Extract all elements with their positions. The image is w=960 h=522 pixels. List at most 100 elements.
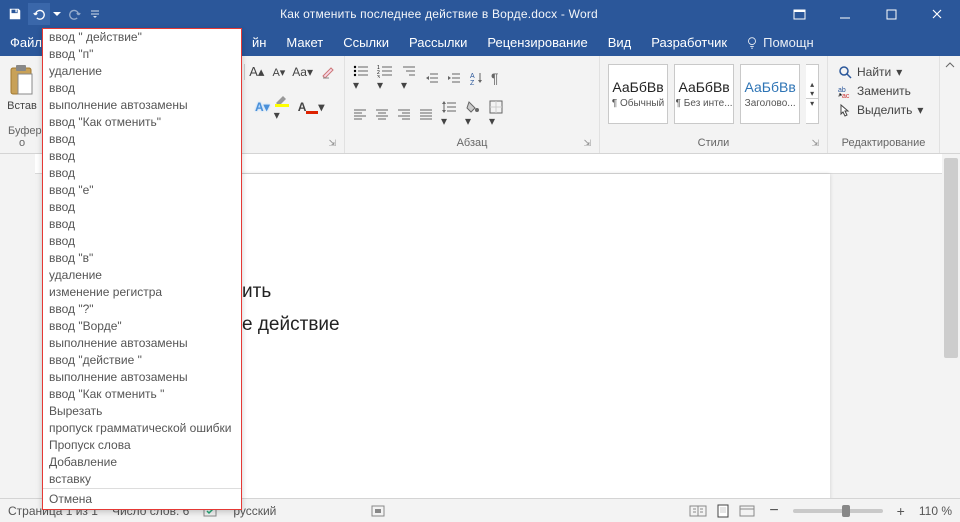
tab-references[interactable]: Ссылки xyxy=(333,28,399,56)
undo-dropdown[interactable] xyxy=(52,3,62,25)
undo-history-item[interactable]: ввод xyxy=(43,165,241,182)
quick-access-toolbar xyxy=(0,3,102,25)
maximize-button[interactable] xyxy=(868,0,914,28)
undo-history-item[interactable]: Пропуск слова xyxy=(43,437,241,454)
undo-history-item[interactable]: ввод xyxy=(43,131,241,148)
collapse-ribbon[interactable] xyxy=(940,56,960,153)
grow-font[interactable]: A▴ xyxy=(244,64,268,80)
line-spacing[interactable]: ▾ xyxy=(441,100,457,128)
undo-history-list: ввод " действие"ввод "п"удалениевводвыпо… xyxy=(43,29,241,488)
doc-text-2: е действие xyxy=(242,314,340,336)
styles-expand[interactable]: ▾ xyxy=(806,98,818,108)
undo-history-item[interactable]: ввод "действие " xyxy=(43,352,241,369)
undo-history-item[interactable]: ввод xyxy=(43,199,241,216)
zoom-knob[interactable] xyxy=(842,505,850,517)
highlight-icon[interactable]: ▾ xyxy=(274,92,294,122)
tab-review[interactable]: Рецензирование xyxy=(477,28,597,56)
style-heading1[interactable]: АаБбВвЗаголово... xyxy=(740,64,800,124)
undo-history-item[interactable]: ввод "?" xyxy=(43,301,241,318)
paragraph-dialog[interactable]: ⇲ xyxy=(583,138,591,149)
paste-icon[interactable] xyxy=(7,64,37,98)
undo-history-item[interactable]: ввод "Ворде" xyxy=(43,318,241,335)
style-normal[interactable]: АаБбВв¶ Обычный xyxy=(608,64,668,124)
undo-history-item[interactable]: выполнение автозамены xyxy=(43,335,241,352)
styles-scroll-down[interactable]: ▾ xyxy=(806,89,818,98)
style-no-spacing[interactable]: АаБбВв¶ Без инте... xyxy=(674,64,734,124)
macro-icon[interactable] xyxy=(370,504,386,518)
tab-developer[interactable]: Разработчик xyxy=(641,28,737,56)
tab-design-tail[interactable]: йн xyxy=(252,28,276,56)
tell-me[interactable]: Помощн xyxy=(745,35,814,50)
undo-history-item[interactable]: Вырезать xyxy=(43,403,241,420)
zoom-level[interactable]: 110 % xyxy=(919,504,952,518)
svg-text:Z: Z xyxy=(470,80,475,85)
font-color[interactable]: A▾ xyxy=(298,100,325,114)
scroll-thumb[interactable] xyxy=(944,158,958,358)
find-button[interactable]: Найти ▾ xyxy=(836,64,904,80)
redo-button[interactable] xyxy=(64,3,86,25)
clear-format-icon[interactable] xyxy=(320,64,336,80)
styles-dialog[interactable]: ⇲ xyxy=(811,138,819,149)
minimize-button[interactable] xyxy=(822,0,868,28)
close-button[interactable] xyxy=(914,0,960,28)
undo-history-item[interactable]: Добавление xyxy=(43,454,241,471)
tab-view[interactable]: Вид xyxy=(598,28,642,56)
select-button[interactable]: Выделить ▾ xyxy=(836,102,925,118)
doc-text-1: ить xyxy=(242,281,271,303)
borders-icon[interactable]: ▾ xyxy=(489,100,503,128)
vertical-scrollbar[interactable] xyxy=(942,154,960,498)
change-case[interactable]: Aa▾ xyxy=(289,65,316,79)
text-effects[interactable]: A▾ xyxy=(255,100,270,114)
undo-history-item[interactable]: ввод "Как отменить" xyxy=(43,114,241,131)
undo-history-item[interactable]: удаление xyxy=(43,267,241,284)
undo-cancel[interactable]: Отмена xyxy=(43,488,241,509)
web-layout-icon[interactable] xyxy=(739,504,755,518)
svg-text:ac: ac xyxy=(842,93,850,98)
undo-history-item[interactable]: ввод "в" xyxy=(43,250,241,267)
undo-history-item[interactable]: ввод xyxy=(43,148,241,165)
tab-layout[interactable]: Макет xyxy=(276,28,333,56)
undo-history-item[interactable]: изменение регистра xyxy=(43,284,241,301)
align-right[interactable] xyxy=(397,108,411,120)
qat-customize[interactable] xyxy=(88,3,102,25)
undo-history-item[interactable]: пропуск грамматической ошибки xyxy=(43,420,241,437)
align-left[interactable] xyxy=(353,108,367,120)
undo-history-item[interactable]: ввод " действие" xyxy=(43,29,241,46)
undo-history-item[interactable]: выполнение автозамены xyxy=(43,97,241,114)
undo-history-item[interactable]: ввод xyxy=(43,233,241,250)
zoom-slider[interactable] xyxy=(793,509,883,513)
undo-history-item[interactable]: вставку xyxy=(43,471,241,488)
print-layout-icon[interactable] xyxy=(715,504,731,518)
undo-history-item[interactable]: удаление xyxy=(43,63,241,80)
undo-button[interactable] xyxy=(28,3,50,25)
styles-scroll-up[interactable]: ▴ xyxy=(806,80,818,89)
undo-history-item[interactable]: выполнение автозамены xyxy=(43,369,241,386)
undo-history-item[interactable]: ввод "п" xyxy=(43,46,241,63)
paste-label[interactable]: Встав xyxy=(7,100,37,112)
justify[interactable] xyxy=(419,108,433,120)
undo-history-item[interactable]: ввод xyxy=(43,216,241,233)
zoom-in[interactable]: + xyxy=(897,503,905,519)
sort-icon[interactable]: AZ xyxy=(469,71,483,85)
group-styles: АаБбВв¶ Обычный АаБбВв¶ Без инте... АаБб… xyxy=(600,56,828,153)
increase-indent[interactable] xyxy=(447,71,461,85)
numbering-icon[interactable]: 123▾ xyxy=(377,64,393,92)
save-button[interactable] xyxy=(4,3,26,25)
multilevel-icon[interactable]: ▾ xyxy=(401,64,417,92)
undo-history-item[interactable]: ввод "Как отменить " xyxy=(43,386,241,403)
read-mode-icon[interactable] xyxy=(689,504,707,518)
ribbon-display-options[interactable] xyxy=(776,0,822,28)
tab-mailings[interactable]: Рассылки xyxy=(399,28,477,56)
undo-history-item[interactable]: ввод "е" xyxy=(43,182,241,199)
shading[interactable]: ▾ xyxy=(465,100,481,128)
document-page[interactable]: ить е действие xyxy=(170,174,830,504)
bullets-icon[interactable]: ▾ xyxy=(353,64,369,92)
replace-button[interactable]: abacЗаменить xyxy=(836,83,913,99)
font-dialog[interactable]: ⇲ xyxy=(328,138,336,149)
shrink-font[interactable]: A▾ xyxy=(272,66,285,79)
align-center[interactable] xyxy=(375,108,389,120)
pilcrow-icon[interactable]: ¶ xyxy=(491,70,499,86)
decrease-indent[interactable] xyxy=(425,71,439,85)
undo-history-item[interactable]: ввод xyxy=(43,80,241,97)
zoom-out[interactable]: − xyxy=(769,502,778,520)
